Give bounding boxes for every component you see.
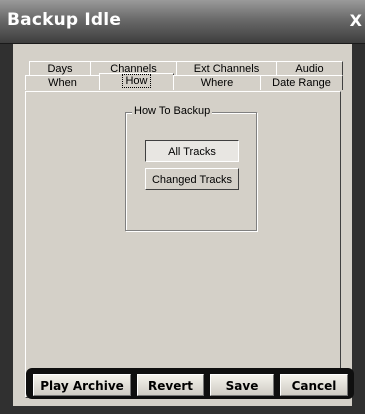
- save-button[interactable]: Save: [210, 374, 274, 396]
- tab-control: Days Channels Ext Channels Audio When Ho…: [25, 59, 343, 398]
- tab-label: Ext Channels: [193, 63, 260, 75]
- close-button[interactable]: X: [350, 11, 362, 30]
- tab-days[interactable]: Days: [29, 61, 91, 76]
- tab-label: Date Range: [272, 77, 331, 89]
- title-bar: Backup Idle X: [0, 0, 365, 44]
- tab-when[interactable]: When: [25, 75, 100, 90]
- tab-label: Days: [47, 63, 73, 75]
- how-to-backup-group: How To Backup All Tracks Changed Tracks: [125, 105, 257, 231]
- tab-label: Audio: [295, 63, 324, 75]
- group-legend: How To Backup: [132, 105, 213, 117]
- play-archive-button[interactable]: Play Archive: [33, 374, 131, 396]
- tab-label: Where: [200, 77, 234, 89]
- all-tracks-button[interactable]: All Tracks: [145, 140, 239, 162]
- tab-how[interactable]: How: [99, 73, 174, 90]
- dialog-body: Days Channels Ext Channels Audio When Ho…: [13, 44, 352, 406]
- tab-row-front: When How Where Date Range: [25, 73, 343, 91]
- how-tab-page: How To Backup All Tracks Changed Tracks: [25, 91, 341, 398]
- changed-tracks-button[interactable]: Changed Tracks: [145, 168, 239, 190]
- backup-dialog: Backup Idle X Days Channels Ext Channels…: [0, 0, 365, 414]
- tab-ext-channels[interactable]: Ext Channels: [176, 61, 277, 76]
- tab-label: When: [48, 77, 77, 89]
- tab-audio[interactable]: Audio: [276, 61, 343, 76]
- tab-where[interactable]: Where: [173, 75, 261, 90]
- window-title: Backup Idle: [7, 10, 122, 30]
- action-bar: Play Archive Revert Save Cancel: [26, 368, 354, 399]
- tab-label: How: [122, 74, 151, 88]
- tab-date-range[interactable]: Date Range: [260, 75, 343, 90]
- cancel-button[interactable]: Cancel: [280, 374, 348, 396]
- revert-button[interactable]: Revert: [137, 374, 204, 396]
